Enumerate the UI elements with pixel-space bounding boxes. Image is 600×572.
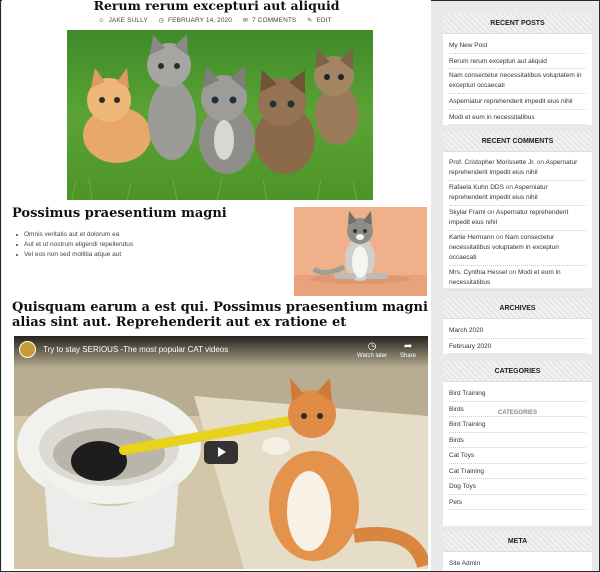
widget-categories: CATEGORIES CATEGORIES Bird Training Bird… [443,361,592,526]
category-link[interactable]: Dog Toys [449,479,586,495]
category-link[interactable]: Cat Training [449,464,586,479]
section-heading-possimus: Possimus praesentium magni [12,206,227,221]
share-label: Share [400,353,417,359]
watch-later-button[interactable]: ◷ Watch later [357,341,387,359]
widget-title: CATEGORIES [443,361,592,382]
watch-later-label: Watch later [357,353,388,359]
widget-recent-comments: RECENT COMMENTS Prof. Cristopher Morisse… [443,131,592,291]
widget-title: RECENT POSTS [443,13,592,34]
comment-author[interactable]: Mrs. Cynthia Hessel [449,269,507,276]
meta-link[interactable]: Site Admin [449,556,586,571]
kittens-photo [67,30,373,200]
sidebar-link[interactable]: My New Post [449,38,586,54]
comment-item: Prof. Cristopher Morissette Jr. on Asper… [449,156,586,181]
sidebar-link[interactable]: Modi et eum in necessitatibus [449,110,586,125]
comment-author[interactable]: Karlie Hermann [449,234,494,241]
comments-icon: ✉ [242,18,249,24]
channel-avatar[interactable] [19,341,36,358]
category-link[interactable]: Bird Training [449,386,586,402]
archive-link[interactable]: March 2020 [449,323,586,339]
comment-item: Skylar Frami on Aspernatur reprehenderit… [449,206,586,231]
post-comments-link[interactable]: 7 COMMENTS [252,17,296,24]
widget-title: RECENT COMMENTS [443,131,592,152]
youtube-embed[interactable]: Try to stay SERIOUS -The most popular CA… [14,336,428,569]
comment-item: Rafaela Kuhn DDS on Asperniatur reprehen… [449,181,586,206]
main-content: Rerum rerum excepturi aut aliquid ☺ JAKE … [2,0,431,571]
comment-on: on [536,159,545,166]
sidebar-link[interactable]: Nam consectetur necessitatibus voluptate… [449,69,586,94]
widget-title: ARCHIVES [443,298,592,319]
play-icon[interactable] [204,441,238,464]
section-heading-quisquam: Quisquam earum a est qui. Possimus praes… [12,300,428,330]
widget-archives: ARCHIVES March 2020 February 2020 [443,298,592,354]
post-meta: ☺ JAKE SULLY ◷ FEBRUARY 14, 2020 ✉ 7 COMMEN… [2,17,431,24]
overlapping-widget-title: CATEGORIES [497,410,538,416]
post-edit-link[interactable]: EDIT [316,17,331,24]
sidebar-link[interactable]: Asperniatur reprehenderit impedit eius n… [449,94,586,110]
user-icon: ☺ [98,18,105,24]
post-date[interactable]: FEBRUARY 14, 2020 [168,17,232,24]
comment-on: on [505,184,513,191]
clock-icon: ◷ [158,18,165,24]
list-item: Aut et ut nostrum eligendi repellendus [14,240,133,250]
comment-item: Karlie Hermann on Nam consectetur necess… [449,231,586,266]
comment-author[interactable]: Rafaela Kuhn DDS [449,184,504,191]
watch-later-icon: ◷ [367,341,377,352]
share-button[interactable]: ➦ Share [400,341,416,359]
category-link[interactable]: Birds [449,433,586,448]
section-bullet-list: Omnis veritatis aut et dolorum ea Aut et… [14,230,133,260]
list-item: Vel eos non sed mollitia atque aut [14,250,133,260]
widget-title: META [443,531,592,552]
edit-icon: ✎ [307,18,313,24]
category-link[interactable]: Pets [449,495,586,510]
comment-on: on [508,269,517,276]
post-title[interactable]: Rerum rerum excepturi aut aliquid [2,0,431,13]
category-link[interactable]: Bird Training [449,417,586,433]
share-icon: ➦ [403,341,413,352]
comment-on: on [487,209,495,216]
widget-recent-posts: RECENT POSTS My New Post Rerum rerum exc… [443,13,592,125]
comment-author[interactable]: Skylar Frami [449,209,485,216]
post-author[interactable]: JAKE SULLY [109,17,148,24]
archive-link[interactable]: February 2020 [449,339,586,354]
comment-author[interactable]: Prof. Cristopher Morissette Jr. [449,159,535,166]
sidebar-link[interactable]: Rerum rerum excepturi aut aliquid [449,54,586,69]
comment-item: Mrs. Cynthia Hessel on Modi et eum in ne… [449,266,586,291]
comment-on: on [495,234,504,241]
video-title[interactable]: Try to stay SERIOUS -The most popular CA… [43,345,228,354]
sidebar: RECENT POSTS My New Post Rerum rerum exc… [433,0,599,571]
list-item: Omnis veritatis aut et dolorum ea [14,230,133,240]
sitting-cat-photo [294,207,427,296]
widget-meta: META Site Admin [443,531,592,571]
category-link[interactable]: Cat Toys [449,448,586,464]
